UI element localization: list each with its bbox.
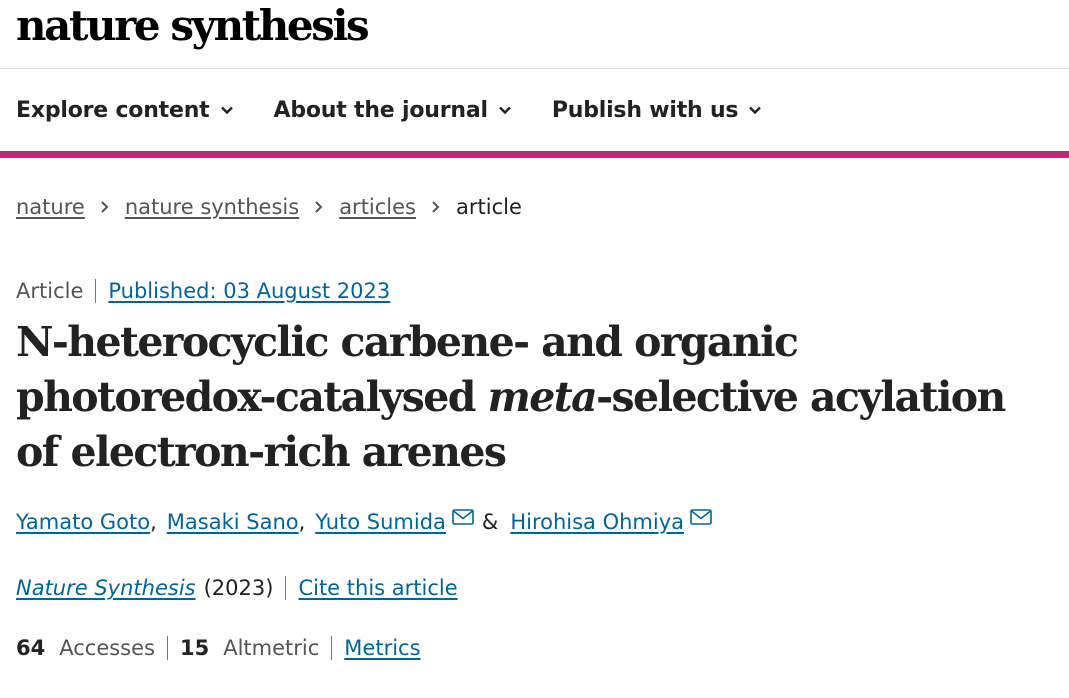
title-italic: meta	[487, 373, 598, 421]
author-link[interactable]: Yamato Goto	[16, 510, 150, 534]
chevron-down-icon	[220, 106, 233, 115]
altmetric-label: Altmetric	[223, 636, 320, 660]
nav-item-label: Explore content	[16, 97, 210, 123]
accesses-label: Accesses	[59, 636, 155, 660]
altmetric-count: 15	[180, 636, 210, 660]
chevron-right-icon	[432, 201, 440, 213]
author-separator: ,	[298, 510, 306, 534]
journal-logo[interactable]: nature synthesis	[16, 1, 370, 51]
mail-icon[interactable]	[690, 509, 712, 525]
author-link[interactable]: Masaki Sano	[167, 510, 299, 534]
accesses-count: 64	[16, 636, 46, 660]
cite-this-article-link[interactable]: Cite this article	[298, 576, 457, 600]
article-title: N-heterocyclic carbene- and organic phot…	[16, 315, 1049, 480]
chevron-down-icon	[498, 106, 511, 115]
chevron-right-icon	[101, 201, 109, 213]
author-ampersand: &	[481, 510, 499, 534]
author-link[interactable]: Hirohisa Ohmiya	[510, 510, 684, 534]
nav-item-label: About the journal	[273, 97, 489, 123]
journal-citation-row: Nature Synthesis (2023) Cite this articl…	[0, 572, 1069, 604]
nav-item-label: Publish with us	[551, 97, 739, 123]
site-header: nature synthesis	[0, 0, 1069, 69]
article-type: Article	[16, 279, 97, 303]
accesses-metric: 64 Accesses	[16, 636, 168, 660]
breadcrumb: nature nature synthesis articles article	[0, 192, 1069, 222]
breadcrumb-current: article	[456, 195, 522, 219]
author-list: Yamato Goto, Masaki Sano, Yuto Sumida & …	[0, 506, 1069, 538]
article-meta: Article Published: 03 August 2023	[0, 276, 1069, 306]
publication-year: (2023)	[204, 576, 287, 600]
nav-about-journal[interactable]: About the journal	[274, 98, 512, 123]
nav-explore-content[interactable]: Explore content	[16, 98, 234, 123]
chevron-down-icon	[749, 106, 762, 115]
chevron-right-icon	[315, 201, 323, 213]
published-date-link[interactable]: Published: 03 August 2023	[108, 279, 390, 303]
main-nav: Explore content About the journal Publis…	[0, 69, 1069, 158]
breadcrumb-articles[interactable]: articles	[339, 195, 416, 219]
metrics-row: 64 Accesses 15 Altmetric Metrics	[0, 632, 1069, 664]
altmetric-metric: 15 Altmetric	[180, 636, 333, 660]
breadcrumb-nature-synthesis[interactable]: nature synthesis	[125, 195, 299, 219]
journal-link[interactable]: Nature Synthesis	[16, 576, 196, 600]
author-separator: ,	[150, 510, 157, 534]
mail-icon[interactable]	[452, 509, 474, 525]
breadcrumb-nature[interactable]: nature	[16, 195, 85, 219]
author-link[interactable]: Yuto Sumida	[315, 510, 446, 534]
nav-publish-with-us[interactable]: Publish with us	[552, 98, 763, 123]
metrics-link[interactable]: Metrics	[344, 636, 420, 660]
